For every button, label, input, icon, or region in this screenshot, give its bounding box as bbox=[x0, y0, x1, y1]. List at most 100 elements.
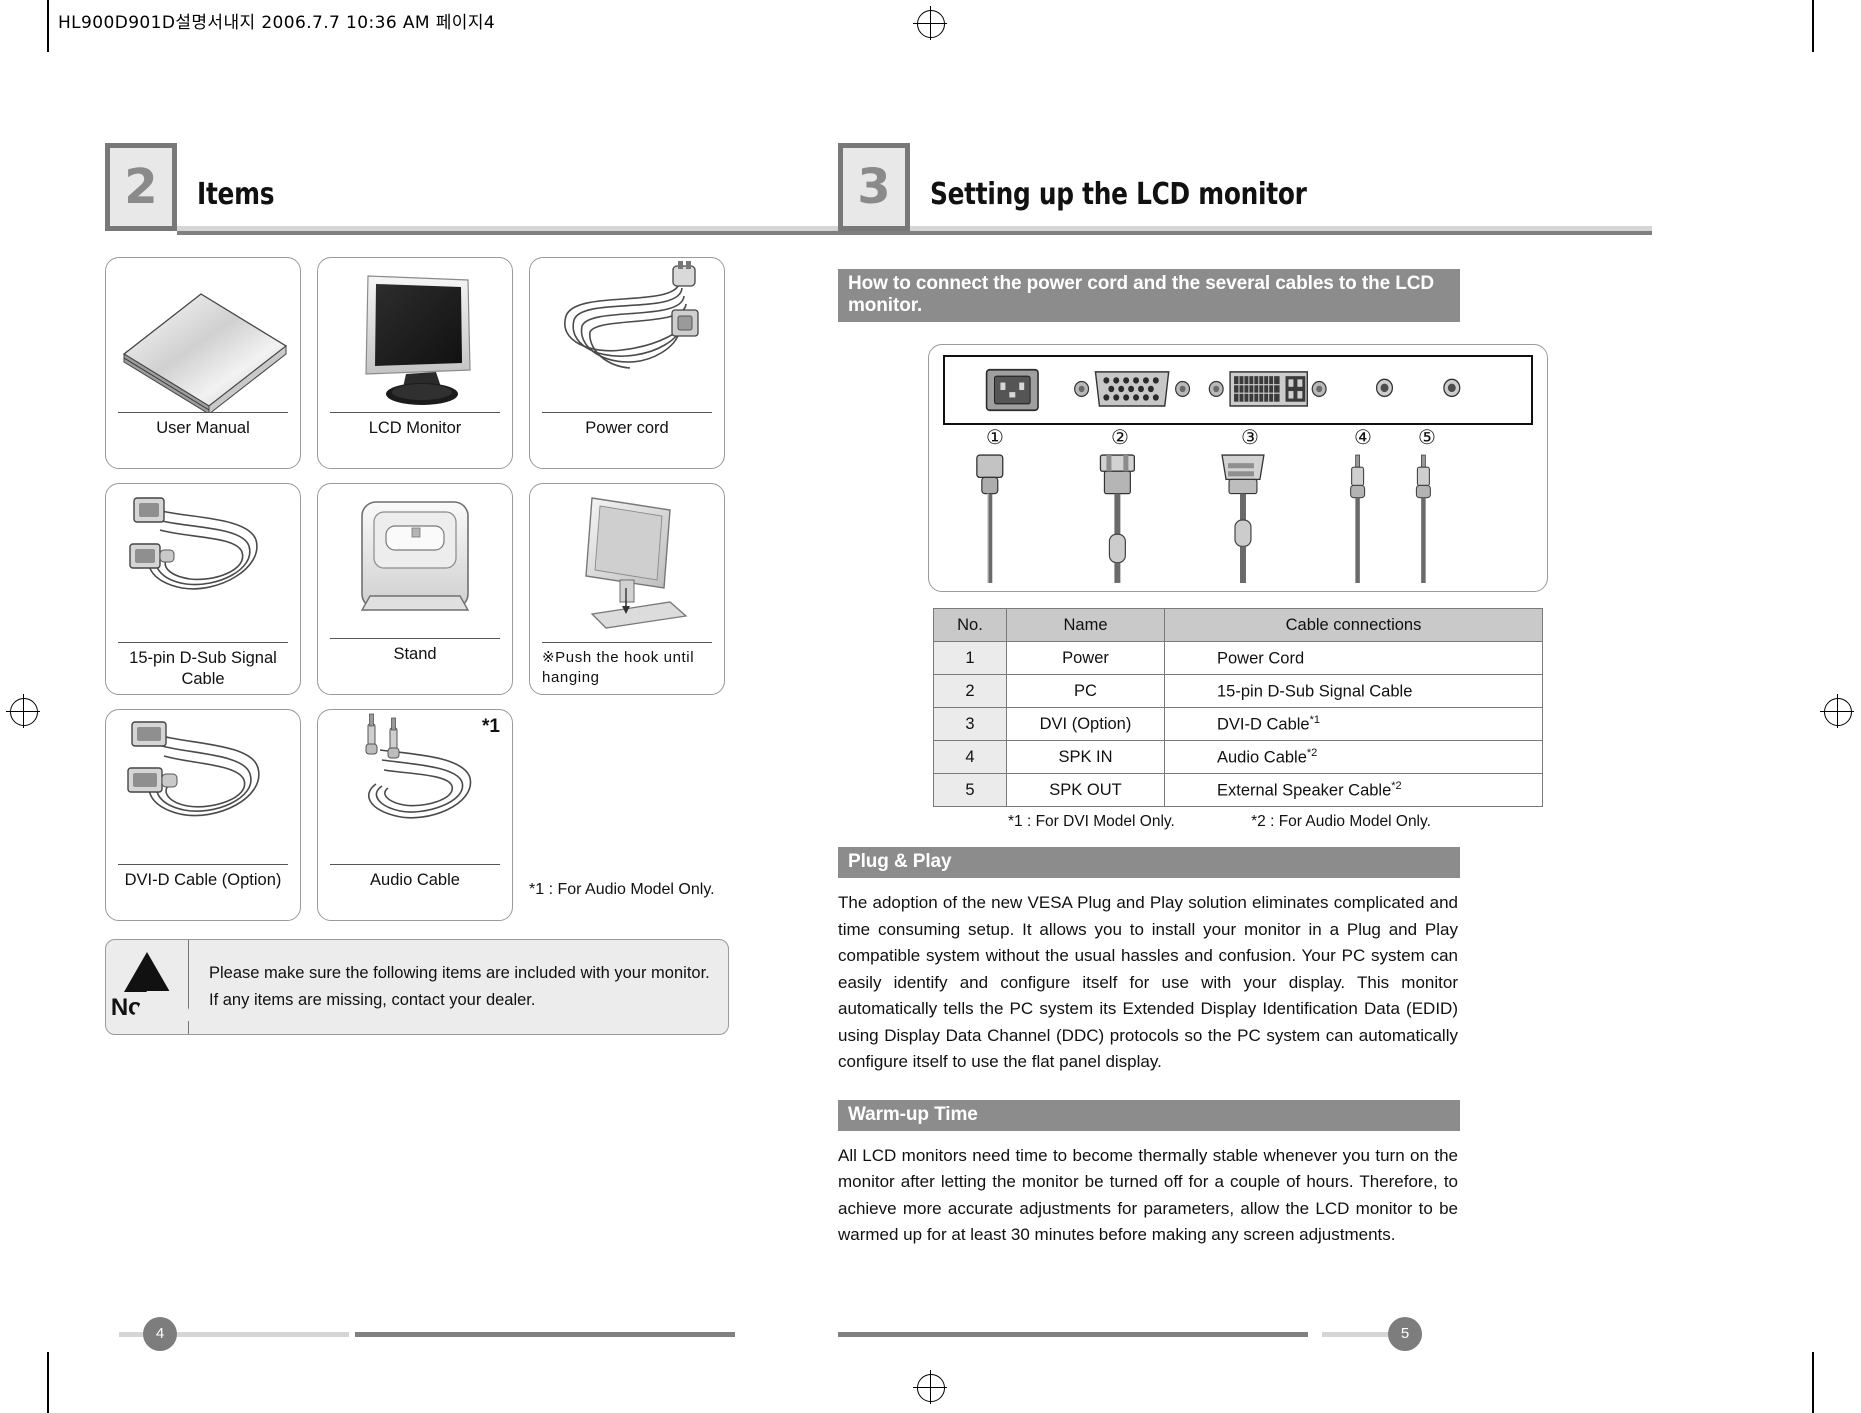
notice-text: Please make sure the following items are… bbox=[189, 940, 728, 1034]
row-cable-sup: *2 bbox=[1391, 779, 1402, 792]
section-rule bbox=[910, 226, 1652, 235]
plug-and-play-paragraph: The adoption of the new VESA Plug and Pl… bbox=[838, 893, 1458, 1071]
row-cable: DVI-D Cable*1 bbox=[1164, 707, 1543, 741]
item-label: LCD Monitor bbox=[330, 412, 500, 462]
row-cable-text: External Speaker Cable bbox=[1217, 781, 1392, 800]
item-label: User Manual bbox=[118, 412, 288, 462]
item-stand: Stand bbox=[317, 483, 513, 695]
section-number-3: 3 bbox=[838, 143, 910, 231]
section-title-items: Items bbox=[197, 177, 275, 212]
registration-mark-left bbox=[6, 694, 40, 728]
items-row-2: 15-pin D-Sub Signal Cable Stand ※Push th… bbox=[105, 483, 905, 695]
stand-illustration bbox=[318, 484, 512, 636]
row-cable-text: 15-pin D-Sub Signal Cable bbox=[1217, 682, 1413, 701]
audio-cable-illustration bbox=[318, 710, 512, 862]
item-dsub-cable: 15-pin D-Sub Signal Cable bbox=[105, 483, 301, 695]
crop-mark-top-left-v bbox=[47, 0, 49, 52]
notice-line-1: Please make sure the following items are… bbox=[209, 964, 710, 982]
row-name: SPK IN bbox=[1005, 740, 1166, 774]
connector-number-4: ④ bbox=[1354, 425, 1372, 449]
user-manual-illustration bbox=[106, 258, 300, 416]
notice-icon-column: Notice bbox=[106, 940, 195, 1034]
row-no: 5 bbox=[933, 773, 1007, 807]
connector-number-1: ① bbox=[986, 425, 1004, 449]
warm-up-time-paragraph: All LCD monitors need time to become the… bbox=[838, 1145, 1458, 1245]
connector-number-2: ② bbox=[1111, 425, 1129, 449]
items-row-3: DVI-D Cable (Option) *1 Audio Cable *1:… bbox=[105, 709, 905, 921]
table-row: 3 DVI (Option) DVI-D Cable*1 bbox=[933, 707, 1543, 741]
notice-line-2: If any items are missing, contact your d… bbox=[209, 991, 536, 1009]
row-cable: 15-pin D-Sub Signal Cable bbox=[1164, 674, 1543, 708]
item-label: Audio Cable bbox=[330, 864, 500, 914]
item-lcd-monitor: LCD Monitor bbox=[317, 257, 513, 469]
cable-connections-table: No. Name Cable connections 1 Power Power… bbox=[933, 608, 1543, 807]
item-user-manual: User Manual bbox=[105, 257, 301, 469]
crop-mark-bottom-right-v bbox=[1812, 1352, 1814, 1413]
warm-up-time-bar: Warm-up Time bbox=[838, 1099, 1460, 1131]
item-hook-instruction: ※Push the hook until hanging bbox=[529, 483, 725, 695]
audio-model-footnote: *1 : For Audio Model Only. bbox=[529, 881, 715, 898]
section-rule bbox=[177, 226, 919, 235]
row-no: 4 bbox=[933, 740, 1007, 774]
plug-and-play-bar: Plug & Play bbox=[838, 847, 1460, 878]
row-cable: Power Cord bbox=[1164, 641, 1543, 675]
row-cable-text: DVI-D Cable bbox=[1217, 715, 1310, 734]
table-row: 1 Power Power Cord bbox=[933, 641, 1543, 675]
item-label: ※Push the hook until hanging bbox=[542, 642, 712, 692]
right-page-footer: 5 bbox=[838, 1317, 1638, 1351]
lcd-monitor-illustration bbox=[318, 258, 512, 410]
table-row: 2 PC 15-pin D-Sub Signal Cable bbox=[933, 674, 1543, 708]
row-name: Power bbox=[1005, 641, 1166, 675]
connector-diagram: ① ② ③ ④ ⑤ bbox=[928, 344, 1548, 592]
row-cable-sup: *1 bbox=[1309, 713, 1321, 726]
header-no: No. bbox=[933, 608, 1007, 642]
row-no: 3 bbox=[933, 707, 1007, 741]
dvi-cable-illustration bbox=[106, 710, 300, 862]
row-name: PC bbox=[1005, 674, 1166, 708]
item-dvi-cable: DVI-D Cable (Option) bbox=[105, 709, 301, 921]
row-cable-sup: *2 bbox=[1306, 746, 1318, 759]
table-header-row: No. Name Cable connections bbox=[933, 608, 1543, 642]
item-label: 15-pin D-Sub Signal Cable bbox=[118, 642, 288, 692]
row-no: 2 bbox=[933, 674, 1007, 708]
footnote-dvi: *1 : For DVI Model Only. bbox=[1008, 813, 1175, 830]
crop-mark-bottom-left-v bbox=[47, 1352, 49, 1413]
connector-number-3: ③ bbox=[1241, 425, 1259, 449]
table-footnotes: *1 : For DVI Model Only. *2 : For Audio … bbox=[1008, 813, 1638, 831]
dsub-cable-illustration bbox=[106, 484, 300, 636]
row-no: 1 bbox=[933, 641, 1007, 675]
item-power-cord: Power cord bbox=[529, 257, 725, 469]
connector-number-row: ① ② ③ ④ ⑤ bbox=[929, 427, 1547, 453]
registration-mark-right bbox=[1820, 694, 1854, 728]
header-name: Name bbox=[1005, 608, 1166, 642]
row-cable: External Speaker Cable*2 bbox=[1164, 773, 1543, 807]
notice-box: Notice Please make sure the following it… bbox=[105, 939, 729, 1035]
table-row: 5 SPK OUT External Speaker Cable*2 bbox=[933, 773, 1543, 807]
header-cable-connections: Cable connections bbox=[1164, 608, 1543, 642]
right-section-header: 3 Setting up the LCD monitor bbox=[838, 143, 1652, 235]
table-row: 4 SPK IN Audio Cable*2 bbox=[933, 740, 1543, 774]
items-row-1: User Manual LCD Monitor Power cord bbox=[105, 257, 905, 469]
row-cable-text: Power Cord bbox=[1217, 649, 1305, 668]
warning-triangle-icon bbox=[124, 952, 195, 1021]
left-page: 2 Items User Manual LCD Monitor Power co… bbox=[105, 0, 919, 1413]
section-title-setting-up: Setting up the LCD monitor bbox=[930, 177, 1307, 212]
crop-mark-top-right-v bbox=[1812, 0, 1814, 52]
left-section-header: 2 Items bbox=[105, 143, 919, 235]
connector-number-5: ⑤ bbox=[1418, 425, 1436, 449]
item-label: DVI-D Cable (Option) bbox=[118, 864, 288, 914]
left-page-footer: 4 bbox=[105, 1317, 905, 1351]
hook-illustration bbox=[530, 484, 724, 636]
page-number-right: 5 bbox=[1388, 1317, 1422, 1351]
right-page: 3 Setting up the LCD monitor How to conn… bbox=[838, 0, 1652, 1413]
power-cord-illustration bbox=[530, 258, 724, 410]
row-cable-text: Audio Cable bbox=[1217, 748, 1307, 767]
item-audio-cable: *1 Audio Cable bbox=[317, 709, 513, 921]
how-to-connect-bar: How to connect the power cord and the se… bbox=[838, 269, 1460, 322]
item-label: Power cord bbox=[542, 412, 712, 462]
page-number-left: 4 bbox=[143, 1317, 177, 1351]
section-number-2: 2 bbox=[105, 143, 177, 231]
cable-leads-illustration bbox=[929, 453, 1547, 587]
row-name: SPK OUT bbox=[1005, 773, 1166, 807]
footnote-audio: *2 : For Audio Model Only. bbox=[1251, 813, 1431, 830]
